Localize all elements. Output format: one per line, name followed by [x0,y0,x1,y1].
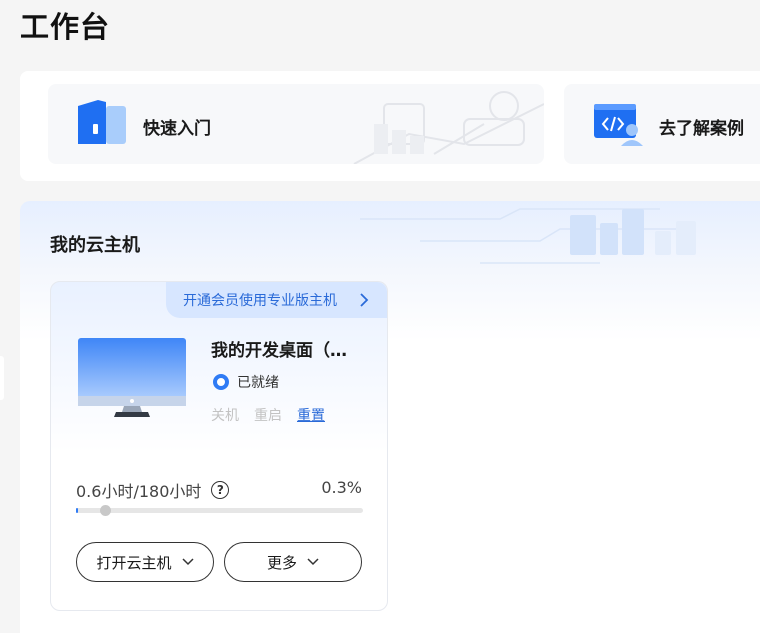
workbench-page: 工作台 快速入门 去了解案例 我的云主机 开通会员使用专业版主机 我的开发桌面（… [0,0,760,633]
usage-progress-bar [76,505,363,516]
usage-info: 0.6小时/180小时 ? [76,478,230,502]
page-title: 工作台 [20,10,111,44]
status-ready-icon [213,374,229,390]
usage-hours-label: 0.6小时/180小时 [76,482,202,501]
section-title: 我的云主机 [50,235,140,256]
restart-action: 重启 [254,408,282,424]
reset-action[interactable]: 重置 [297,405,325,425]
status-label: 已就绪 [237,375,279,391]
chevron-down-icon [181,558,194,566]
membership-promo-link[interactable]: 开通会员使用专业版主机 [166,282,387,318]
learn-cases-card[interactable]: 去了解案例 [564,84,760,164]
code-window-user-icon [594,104,643,146]
quick-entry-panel: 快速入门 去了解案例 [20,71,760,181]
learn-cases-label: 去了解案例 [659,119,744,139]
section-illustration [360,208,696,264]
help-question-icon[interactable]: ? [211,481,230,499]
chevron-right-icon [360,293,369,307]
usage-percent: 0.3% [321,478,362,497]
more-label: 更多 [266,553,297,572]
cloud-host-card: 开通会员使用专业版主机 我的开发桌面（… 已就绪 关机 重启 重置 0.6小时/… [50,281,388,611]
quick-start-card[interactable]: 快速入门 [48,84,544,164]
host-actions: 关机 重启 重置 [211,405,325,425]
host-status: 已就绪 [213,372,279,392]
membership-promo-label: 开通会员使用专业版主机 [183,293,337,309]
more-button[interactable]: 更多 [224,542,362,582]
usage-progress-fill [76,508,78,513]
quick-start-illustration [353,91,544,164]
my-cloud-hosts-section: 我的云主机 开通会员使用专业版主机 我的开发桌面（… 已就绪 关机 重启 重置 … [20,201,760,633]
usage-progress-knob [100,505,111,516]
chevron-down-icon [307,558,319,566]
side-collapse-tab[interactable] [0,356,4,400]
door-entry-icon [78,100,126,144]
host-name: 我的开发桌面（… [211,341,347,361]
quick-start-label: 快速入门 [143,119,211,139]
desktop-monitor-icon [78,338,186,417]
open-cloud-host-label: 打开云主机 [96,553,172,572]
open-cloud-host-button[interactable]: 打开云主机 [76,542,214,582]
shutdown-action: 关机 [211,408,239,424]
